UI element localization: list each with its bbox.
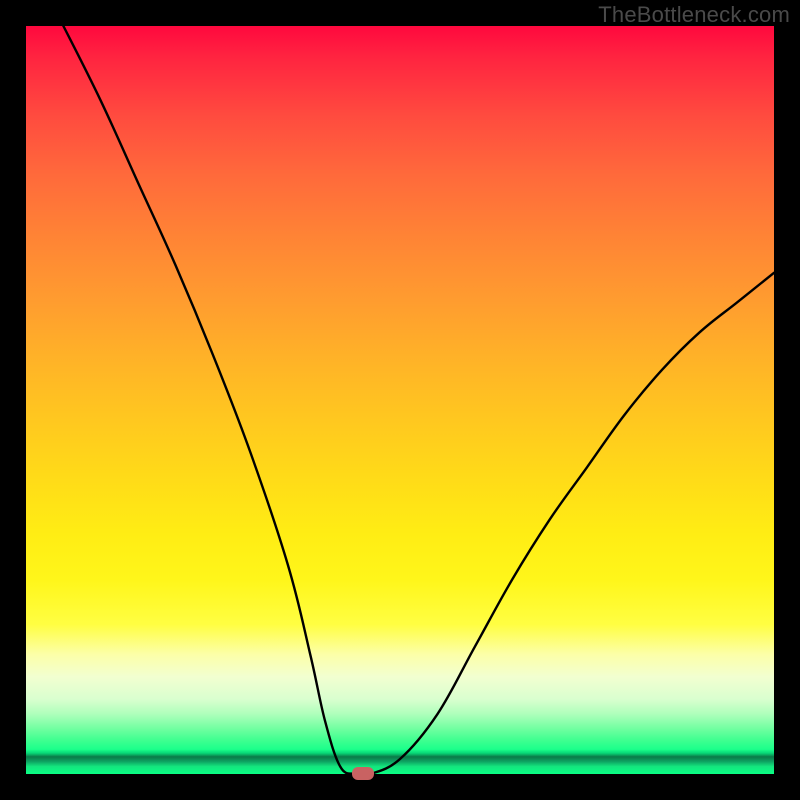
watermark-text: TheBottleneck.com [598, 2, 790, 28]
plot-area [26, 26, 774, 774]
chart-frame: TheBottleneck.com [0, 0, 800, 800]
bottleneck-curve [26, 26, 774, 774]
optimal-point-marker [352, 767, 374, 780]
